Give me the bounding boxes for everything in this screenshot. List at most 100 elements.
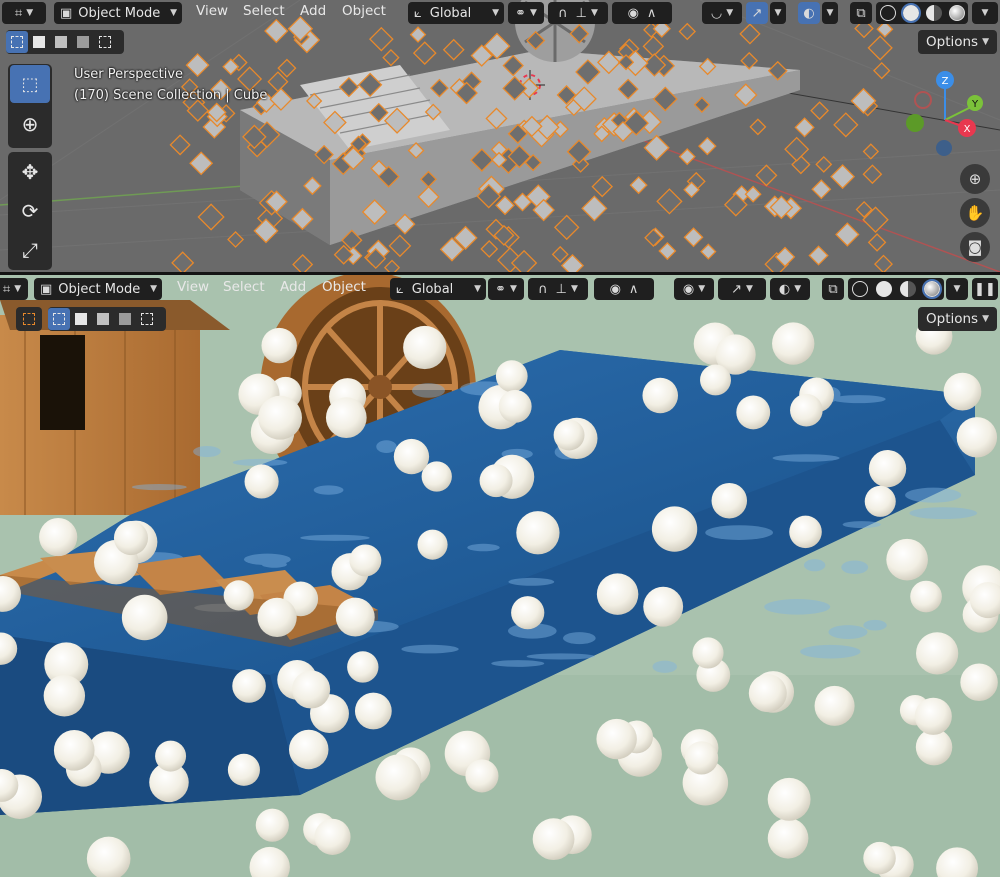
material-shading-icon[interactable] <box>900 281 916 297</box>
overlays-icon: ◐ <box>803 5 815 21</box>
material-shading-icon[interactable] <box>925 5 942 21</box>
select-new-button[interactable] <box>6 31 28 53</box>
gizmo-dropdown[interactable]: ▼ <box>770 2 786 24</box>
snap-target-icon: ⊥ <box>555 281 567 297</box>
particle-ball <box>532 818 575 861</box>
navigation-gizmo[interactable]: Z Y X <box>895 70 995 170</box>
proportional-edit-button-bottom[interactable]: ◉ ∧ <box>594 278 654 300</box>
menu-add[interactable]: Add <box>300 3 326 19</box>
editor-type-button[interactable]: ⌗ ▼ <box>2 2 46 24</box>
snap-target-icon: ⊥ <box>575 5 587 21</box>
selected-particle <box>581 195 608 222</box>
zoom-button[interactable]: ⊕ <box>960 164 990 194</box>
menu-object[interactable]: Object <box>342 3 386 19</box>
particle-ball <box>651 506 698 552</box>
rendered-shading-icon[interactable] <box>948 5 965 21</box>
select-extend-button[interactable] <box>28 31 50 53</box>
pivot-point-button-bottom[interactable]: ⚭ ▼ <box>488 278 524 300</box>
xray-toggle-bottom[interactable]: ⧉ <box>822 278 844 300</box>
magnet-icon: ∩ <box>538 281 548 297</box>
select-invert-button[interactable] <box>72 31 94 53</box>
menu-select-bottom[interactable]: Select <box>223 279 265 295</box>
water-ripple <box>467 543 500 552</box>
select-mode-row-bottom <box>48 307 166 331</box>
select-extend-button-bottom[interactable] <box>70 308 92 330</box>
bottom-options-dropdown[interactable]: Options ▼ <box>918 307 998 331</box>
mode-dropdown[interactable]: ▣ Object Mode ▼ <box>54 2 182 24</box>
gizmo-toggle[interactable]: ↗ <box>746 2 768 24</box>
proportional-edit-button[interactable]: ◉ ∧ <box>612 2 672 24</box>
move-icon: ✥ <box>21 159 39 184</box>
shading-dropdown[interactable]: ▼ <box>972 2 998 24</box>
particle-ball <box>223 580 254 611</box>
xray-toggle[interactable]: ⧉ <box>850 2 872 24</box>
particle-ball <box>227 753 260 786</box>
svg-text:Y: Y <box>971 99 979 110</box>
mode-label: Object Mode <box>58 281 141 297</box>
transform-orientation-dropdown-bottom[interactable]: ⟀ Global ▼ <box>390 278 486 300</box>
visibility-button-bottom[interactable]: ◉ ▼ <box>674 278 714 300</box>
pause-render-button[interactable]: ❚❚ <box>972 278 998 300</box>
mode-dropdown-bottom[interactable]: ▣ Object Mode ▼ <box>34 278 162 300</box>
overlays-dropdown[interactable]: ▼ <box>822 2 838 24</box>
particle-ball <box>255 808 289 842</box>
select-new-button-bottom[interactable] <box>48 308 70 330</box>
top-3d-viewport[interactable]: Z Y X <box>0 0 1000 272</box>
water-ripple <box>764 599 831 615</box>
menu-object-bottom[interactable]: Object <box>322 279 366 295</box>
overlays-toggle[interactable]: ◐ <box>798 2 820 24</box>
selected-particle <box>383 259 401 272</box>
particle-ball <box>511 596 545 630</box>
water-ripple <box>261 561 287 568</box>
editor-type-button-bottom[interactable]: ⌗ ▼ <box>0 278 28 300</box>
menu-select[interactable]: Select <box>243 3 285 19</box>
overlays-toggle-bottom[interactable]: ◐ ▼ <box>770 278 810 300</box>
orientation-icon: ⟀ <box>414 5 422 21</box>
select-subtract-button[interactable] <box>50 31 72 53</box>
camera-icon: ◙ <box>967 238 983 256</box>
particle-ball <box>516 511 560 555</box>
move-tool[interactable]: ✥ <box>10 153 50 190</box>
scale-tool[interactable]: ⤢ <box>10 232 50 269</box>
shading-dropdown-bottom[interactable]: ▼ <box>946 278 968 300</box>
pan-button[interactable]: ✋ <box>960 198 990 228</box>
solid-shading-icon[interactable] <box>900 3 921 23</box>
menu-add-bottom[interactable]: Add <box>280 279 306 295</box>
snap-button-bottom[interactable]: ∩ ⊥ ▼ <box>528 278 588 300</box>
menu-view[interactable]: View <box>196 3 228 19</box>
select-intersect-button-bottom[interactable] <box>136 308 158 330</box>
particle-ball <box>335 597 375 637</box>
gizmo-toggle-bottom[interactable]: ↗ ▼ <box>718 278 766 300</box>
water-ripple <box>131 483 187 491</box>
cursor-tool[interactable]: ⊕ <box>10 105 50 143</box>
bottom-3d-viewport[interactable] <box>0 275 1000 877</box>
rendered-shading-icon[interactable] <box>922 279 942 299</box>
select-invert-button-bottom[interactable] <box>114 308 136 330</box>
top-options-dropdown[interactable]: Options ▼ <box>918 30 998 54</box>
rotate-tool[interactable]: ⟳ <box>10 192 50 229</box>
selected-particle <box>784 136 810 162</box>
visibility-button[interactable]: ◡ ▼ <box>702 2 742 24</box>
tool-select-indicator[interactable] <box>16 307 42 331</box>
particle-ball <box>553 419 585 451</box>
overlays-icon: ◐ <box>778 281 791 297</box>
solid-shading-icon[interactable] <box>876 281 892 297</box>
particle-ball <box>288 729 329 770</box>
wireframe-shading-icon[interactable] <box>879 5 896 21</box>
camera-view-button[interactable]: ◙ <box>960 232 990 262</box>
bottom-viewport-scene <box>0 275 1000 877</box>
pivot-point-button[interactable]: ⚭ ▼ <box>508 2 544 24</box>
water-ripple <box>842 521 881 528</box>
snap-button[interactable]: ∩ ⊥ ▼ <box>548 2 608 24</box>
wireframe-shading-icon[interactable] <box>852 281 868 297</box>
particle-ball <box>314 818 351 855</box>
particle-ball <box>916 632 959 675</box>
selected-particle <box>739 23 761 45</box>
transform-orientation-dropdown[interactable]: ⟀ Global ▼ <box>408 2 504 24</box>
particle-ball <box>700 364 731 396</box>
select-intersect-button[interactable] <box>94 31 116 53</box>
select-subtract-button-bottom[interactable] <box>92 308 114 330</box>
particle-ball <box>498 389 532 423</box>
menu-view-bottom[interactable]: View <box>177 279 209 295</box>
select-box-tool[interactable]: ⬚ <box>10 65 50 103</box>
